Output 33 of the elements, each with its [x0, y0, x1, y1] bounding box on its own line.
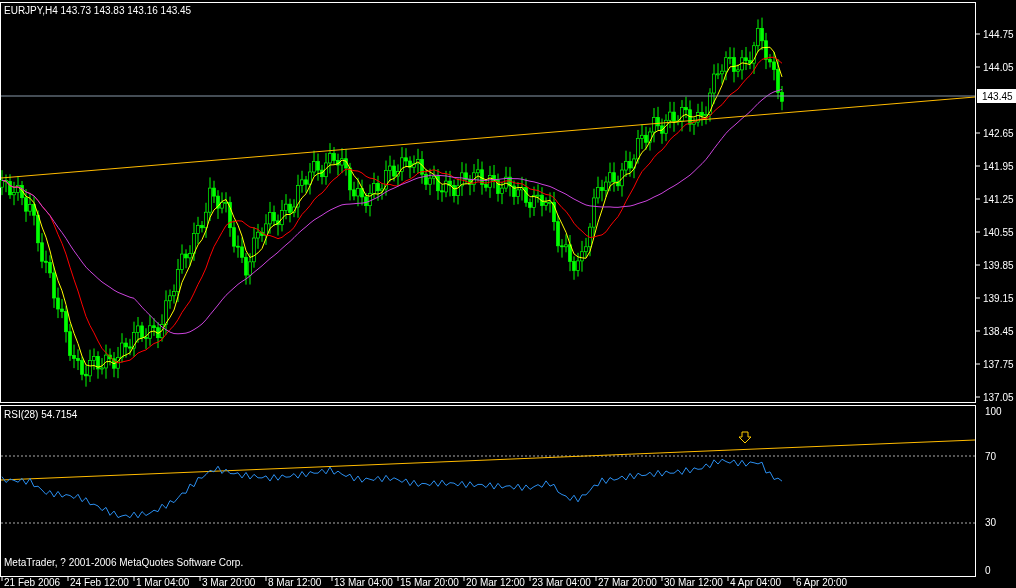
time-axis-label: 13 Mar 04:00 — [334, 577, 393, 588]
rsi-axis-label: 30 — [985, 517, 997, 528]
time-axis-label: 1 Mar 04:00 — [136, 577, 190, 588]
price-axis-label: 137.75 — [983, 359, 1014, 370]
rsi-axis-label: 100 — [985, 406, 1002, 417]
time-axis-label: 27 Mar 20:00 — [598, 577, 657, 588]
current-price-label: 143.45 — [977, 89, 1016, 103]
down-arrow-icon — [738, 431, 752, 444]
price-axis-label: 139.85 — [983, 260, 1014, 271]
price-axis-label: 144.75 — [983, 29, 1014, 40]
rsi-header: RSI(28) 54.7154 — [4, 409, 78, 420]
time-axis-label: 20 Mar 12:00 — [466, 577, 525, 588]
time-axis-label: 21 Feb 2006 — [4, 577, 61, 588]
rsi-axis-label: 0 — [985, 565, 991, 576]
price-axis-label: 140.55 — [983, 227, 1014, 238]
time-axis-label: 23 Mar 04:00 — [532, 577, 591, 588]
price-axis-label: 138.45 — [983, 326, 1014, 337]
time-axis-label: 6 Apr 20:00 — [796, 577, 848, 588]
time-axis-label: 15 Mar 20:00 — [400, 577, 459, 588]
time-axis-label: 8 Mar 12:00 — [268, 577, 322, 588]
copyright-text: MetaTrader, ? 2001-2006 MetaQuotes Software Corp. — [4, 557, 244, 568]
price-axis-label: 141.95 — [983, 161, 1014, 172]
time-axis-label: 3 Mar 20:00 — [202, 577, 256, 588]
time-axis-label: 30 Mar 12:00 — [664, 577, 723, 588]
price-axis-label: 144.05 — [983, 62, 1014, 73]
price-axis-label: 142.65 — [983, 128, 1014, 139]
time-axis-label: 4 Apr 04:00 — [730, 577, 782, 588]
price-axis-label: 141.25 — [983, 194, 1014, 205]
price-axis-label: 137.05 — [983, 392, 1014, 403]
chart-header: EURJPY,H4 143.73 143.83 143.16 143.45 — [4, 5, 192, 16]
rsi-axis-label: 70 — [985, 451, 997, 462]
price-axis-label: 139.15 — [983, 293, 1014, 304]
time-axis-label: 24 Feb 12:00 — [70, 577, 129, 588]
